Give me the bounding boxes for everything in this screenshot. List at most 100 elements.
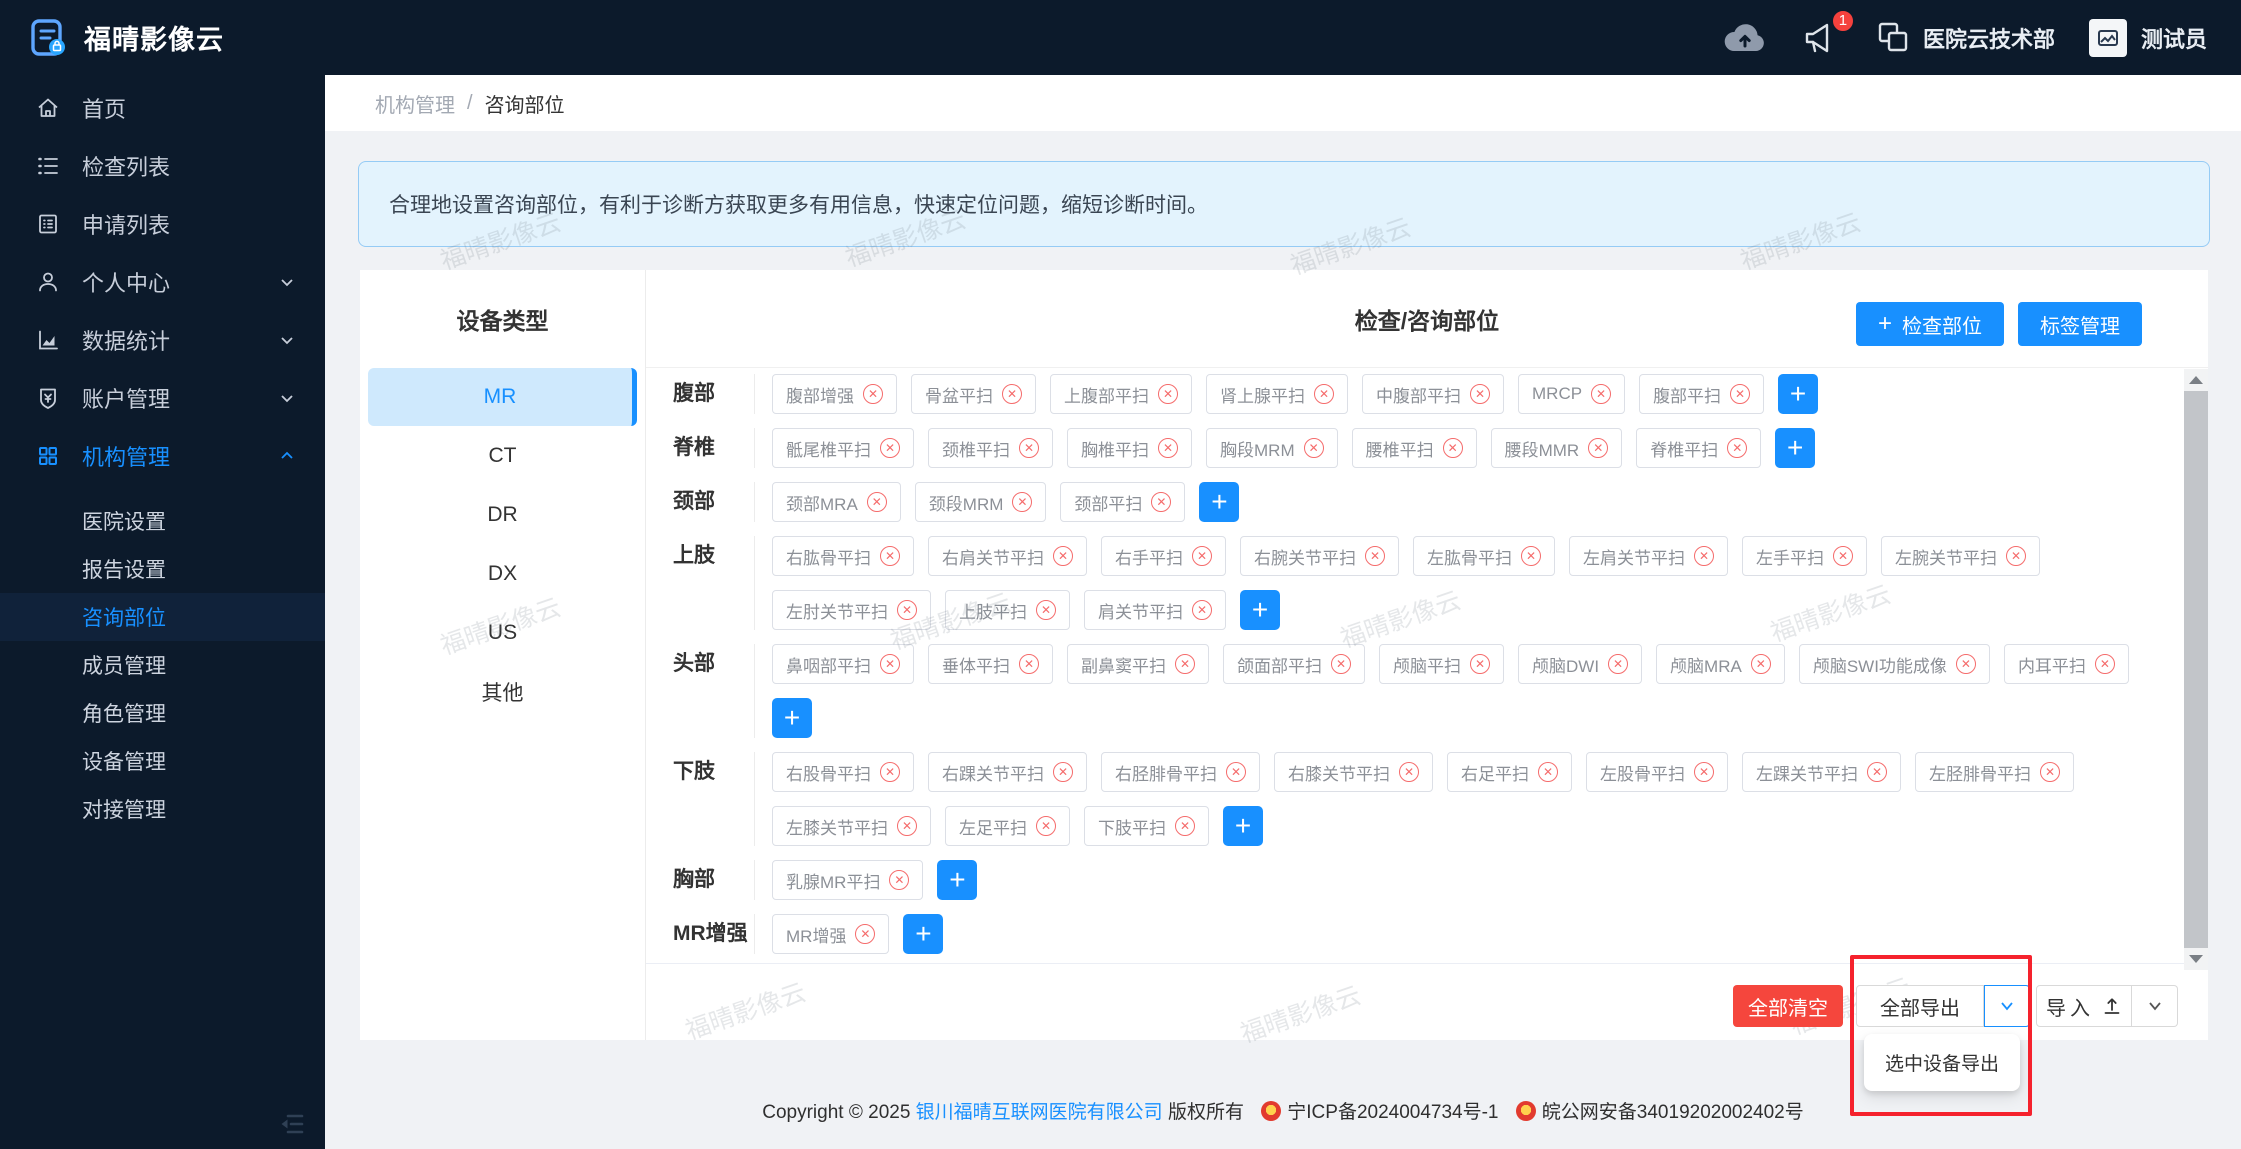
sidebar-item-personal[interactable]: 个人中心 xyxy=(0,253,325,311)
part-tag[interactable]: 右手平扫 ✕ xyxy=(1101,536,1226,576)
part-tag[interactable]: MR增强 ✕ xyxy=(772,914,890,954)
vertical-scrollbar[interactable] xyxy=(2184,369,2208,970)
tag-remove-icon[interactable]: ✕ xyxy=(880,762,900,782)
sidebar-item-request-list[interactable]: 申请列表 xyxy=(0,195,325,253)
tag-remove-icon[interactable]: ✕ xyxy=(863,384,883,404)
tag-remove-icon[interactable]: ✕ xyxy=(1470,654,1490,674)
sidebar-item-account[interactable]: 账户管理 xyxy=(0,369,325,427)
import-button[interactable]: 导入 xyxy=(2036,985,2132,1027)
part-tag[interactable]: 颅脑平扫 ✕ xyxy=(1379,644,1504,684)
part-tag[interactable]: 左股骨平扫 ✕ xyxy=(1586,752,1728,792)
tag-remove-icon[interactable]: ✕ xyxy=(1158,384,1178,404)
part-tag[interactable]: 颈部平扫 ✕ xyxy=(1060,482,1186,522)
add-tag-button[interactable]: + xyxy=(1778,374,1819,414)
part-tag[interactable]: 右肩关节平扫 ✕ xyxy=(928,536,1087,576)
tag-remove-icon[interactable]: ✕ xyxy=(2006,546,2026,566)
part-tag[interactable]: 右腕关节平扫 ✕ xyxy=(1240,536,1399,576)
tag-remove-icon[interactable]: ✕ xyxy=(1053,546,1073,566)
tag-remove-icon[interactable]: ✕ xyxy=(880,546,900,566)
part-tag[interactable]: 左肱骨平扫 ✕ xyxy=(1413,536,1555,576)
part-tag[interactable]: 颌面部平扫 ✕ xyxy=(1223,644,1365,684)
tag-remove-icon[interactable]: ✕ xyxy=(866,492,887,512)
part-tag[interactable]: 左胫腓骨平扫 ✕ xyxy=(1915,752,2074,792)
part-tag[interactable]: 肾上腺平扫 ✕ xyxy=(1206,374,1348,414)
tag-remove-icon[interactable]: ✕ xyxy=(897,600,917,620)
sidebar-subitem[interactable]: 医院设置 xyxy=(0,497,325,545)
device-type-item[interactable]: MR xyxy=(368,368,637,426)
tag-remove-icon[interactable]: ✕ xyxy=(1019,438,1039,458)
add-tag-button[interactable]: + xyxy=(903,914,944,954)
part-tag[interactable]: 胸段MRM ✕ xyxy=(1206,428,1338,468)
device-type-item[interactable]: CT xyxy=(368,427,637,485)
tag-remove-icon[interactable]: ✕ xyxy=(1175,654,1195,674)
sidebar-subitem[interactable]: 报告设置 xyxy=(0,545,325,593)
sidebar-collapse-icon[interactable] xyxy=(277,1109,307,1139)
tag-remove-icon[interactable]: ✕ xyxy=(1226,762,1246,782)
device-type-item[interactable]: 其他 xyxy=(368,663,637,721)
tag-remove-icon[interactable]: ✕ xyxy=(2040,762,2060,782)
tag-remove-icon[interactable]: ✕ xyxy=(880,654,900,674)
breadcrumb-parent[interactable]: 机构管理 xyxy=(375,89,455,118)
part-tag[interactable]: 中腹部平扫 ✕ xyxy=(1362,374,1504,414)
export-selected-device-item[interactable]: 选中设备导出 xyxy=(1885,1049,1999,1076)
part-tag[interactable]: 腹部增强 ✕ xyxy=(772,374,897,414)
tag-remove-icon[interactable]: ✕ xyxy=(897,816,917,836)
tag-remove-icon[interactable]: ✕ xyxy=(1588,438,1609,458)
tag-remove-icon[interactable]: ✕ xyxy=(880,438,900,458)
part-tag[interactable]: 上腹部平扫 ✕ xyxy=(1050,374,1192,414)
tag-remove-icon[interactable]: ✕ xyxy=(1036,600,1056,620)
sidebar-item-statistics[interactable]: 数据统计 xyxy=(0,311,325,369)
part-tag[interactable]: 左肩关节平扫 ✕ xyxy=(1569,536,1728,576)
part-tag[interactable]: 上肢平扫 ✕ xyxy=(945,590,1070,630)
part-tag[interactable]: 颅脑DWI ✕ xyxy=(1518,644,1643,684)
tag-remove-icon[interactable]: ✕ xyxy=(1955,654,1976,674)
part-tag[interactable]: 腹部平扫 ✕ xyxy=(1639,374,1765,414)
tag-remove-icon[interactable]: ✕ xyxy=(1694,762,1714,782)
part-tag[interactable]: 颈椎平扫 ✕ xyxy=(928,428,1053,468)
part-tag[interactable]: 右肱骨平扫 ✕ xyxy=(772,536,914,576)
part-tag[interactable]: 颈段MRM ✕ xyxy=(914,482,1047,522)
part-tag[interactable]: 右股骨平扫 ✕ xyxy=(772,752,914,792)
tag-remove-icon[interactable]: ✕ xyxy=(1151,492,1172,512)
tag-remove-icon[interactable]: ✕ xyxy=(1730,384,1751,404)
cloud-upload-icon[interactable] xyxy=(1723,21,1767,55)
add-tag-button[interactable]: + xyxy=(1775,428,1816,468)
add-tag-button[interactable]: + xyxy=(1223,806,1263,846)
tag-remove-icon[interactable]: ✕ xyxy=(1521,546,1541,566)
tag-remove-icon[interactable]: ✕ xyxy=(1192,546,1212,566)
org-switcher[interactable]: 医院云技术部 xyxy=(1875,20,2055,56)
part-tag[interactable]: 腰段MMR ✕ xyxy=(1490,428,1623,468)
sidebar-subitem[interactable]: 角色管理 xyxy=(0,689,325,737)
tag-remove-icon[interactable]: ✕ xyxy=(1002,384,1022,404)
tag-remove-icon[interactable]: ✕ xyxy=(2094,654,2115,674)
tag-remove-icon[interactable]: ✕ xyxy=(1608,654,1629,674)
part-tag[interactable]: 乳腺MR平扫 ✕ xyxy=(772,860,924,900)
tag-remove-icon[interactable]: ✕ xyxy=(1365,546,1385,566)
clear-all-button[interactable]: 全部清空 xyxy=(1733,985,1843,1027)
tag-remove-icon[interactable]: ✕ xyxy=(1175,816,1195,836)
notification-icon[interactable]: 1 xyxy=(1801,8,1855,57)
part-tag[interactable]: 脊椎平扫 ✕ xyxy=(1636,428,1762,468)
part-tag[interactable]: 副鼻窦平扫 ✕ xyxy=(1067,644,1209,684)
sidebar-subitem[interactable]: 成员管理 xyxy=(0,641,325,689)
tag-remove-icon[interactable]: ✕ xyxy=(1694,546,1714,566)
part-tag[interactable]: 肩关节平扫 ✕ xyxy=(1084,590,1226,630)
tag-remove-icon[interactable]: ✕ xyxy=(855,924,876,944)
scrollbar-thumb[interactable] xyxy=(2184,391,2208,948)
user-menu[interactable]: 测试员 xyxy=(2088,18,2207,57)
part-tag[interactable]: 右膝关节平扫 ✕ xyxy=(1274,752,1433,792)
part-tag[interactable]: 颈部MRA ✕ xyxy=(772,482,901,522)
tag-remove-icon[interactable]: ✕ xyxy=(1314,384,1334,404)
tag-remove-icon[interactable]: ✕ xyxy=(1012,492,1033,512)
import-dropdown-toggle[interactable] xyxy=(2132,985,2178,1027)
tag-remove-icon[interactable]: ✕ xyxy=(1331,654,1351,674)
tag-remove-icon[interactable]: ✕ xyxy=(1470,384,1490,404)
sidebar-item-organization[interactable]: 机构管理 xyxy=(0,427,325,485)
footer-company-link[interactable]: 银川福晴互联网医院有限公司 xyxy=(916,1102,1163,1123)
part-tag[interactable]: 左手平扫 ✕ xyxy=(1742,536,1867,576)
device-type-item[interactable]: US xyxy=(368,604,637,662)
tag-remove-icon[interactable]: ✕ xyxy=(1192,600,1212,620)
part-tag[interactable]: 左足平扫 ✕ xyxy=(945,806,1070,846)
part-tag[interactable]: 左踝关节平扫 ✕ xyxy=(1742,752,1901,792)
sidebar-item-exam-list[interactable]: 检查列表 xyxy=(0,137,325,195)
